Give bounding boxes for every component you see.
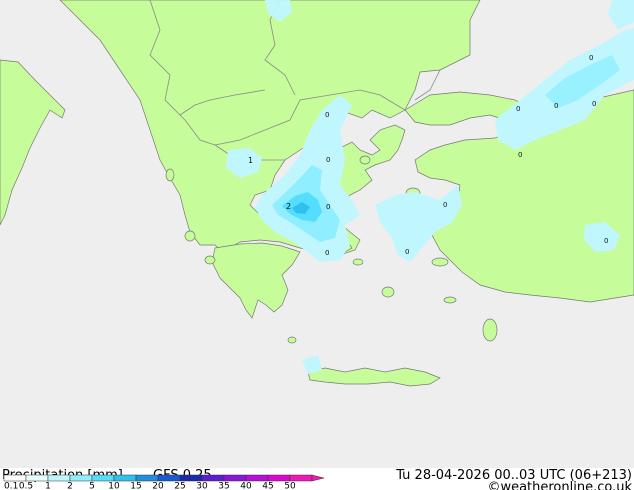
legend-swatch <box>113 474 137 482</box>
andros <box>352 258 364 266</box>
legend-swatch <box>201 474 225 482</box>
credit-text: ©weatheronline.co.uk <box>487 480 632 490</box>
legend-swatch <box>245 474 269 482</box>
rhodes <box>482 318 498 342</box>
legend-swatch <box>25 474 49 482</box>
legend-tick-label: 50 <box>284 482 296 490</box>
point-label: 0 <box>518 151 522 159</box>
ionian-island <box>204 255 216 265</box>
point-label: 0 <box>325 111 329 119</box>
point-label: 0 <box>604 237 608 245</box>
legend-tick-label: 0.1 <box>4 482 18 490</box>
point-label: 0 <box>592 100 596 108</box>
legend-tick-label: 5 <box>89 482 95 490</box>
legend-tick-label: 45 <box>262 482 273 490</box>
corfu <box>165 168 175 182</box>
legend-swatch <box>289 474 313 482</box>
point-label: 0 <box>326 156 330 164</box>
legend-swatch <box>69 474 93 482</box>
legend-swatch <box>157 474 181 482</box>
legend-swatch <box>47 474 71 482</box>
point-label: 2 <box>286 202 291 211</box>
legend-swatch <box>91 474 115 482</box>
legend-tick-label: 0.5 <box>19 482 33 490</box>
kos <box>443 296 457 304</box>
point-label: 0 <box>554 102 558 110</box>
legend-swatch <box>3 474 27 482</box>
thasos <box>359 155 371 165</box>
point-label: 0 <box>405 248 409 256</box>
kythira <box>287 336 297 344</box>
legend-tick-label: 30 <box>196 482 208 490</box>
naxos <box>381 286 395 298</box>
point-label: 0 <box>325 249 329 257</box>
legend-swatch <box>135 474 159 482</box>
legend-swatch <box>179 474 203 482</box>
point-label: 1 <box>248 156 253 165</box>
samos <box>431 257 449 267</box>
legend-swatch <box>223 474 247 482</box>
legend-tick-label: 15 <box>130 482 141 490</box>
legend-tick-label: 2 <box>67 482 73 490</box>
point-label: 0 <box>589 54 593 62</box>
legend-swatch <box>267 474 291 482</box>
legend-tick-label: 40 <box>240 482 252 490</box>
legend-tick-label: 10 <box>108 482 120 490</box>
legend-tick-label: 35 <box>218 482 229 490</box>
point-label: 0 <box>326 203 330 211</box>
point-label: 0 <box>516 105 520 113</box>
legend-tick-label: 25 <box>174 482 185 490</box>
legend-bar <box>3 474 325 482</box>
precipitation-map: 1 2 0 0 0 0 0 0 0 0 0 0 0 0 Precipitatio… <box>0 0 634 490</box>
legend-tick-label: 1 <box>45 482 51 490</box>
point-label: 0 <box>443 201 447 209</box>
legend-tick-label: 20 <box>152 482 164 490</box>
kefalonia <box>184 230 196 242</box>
